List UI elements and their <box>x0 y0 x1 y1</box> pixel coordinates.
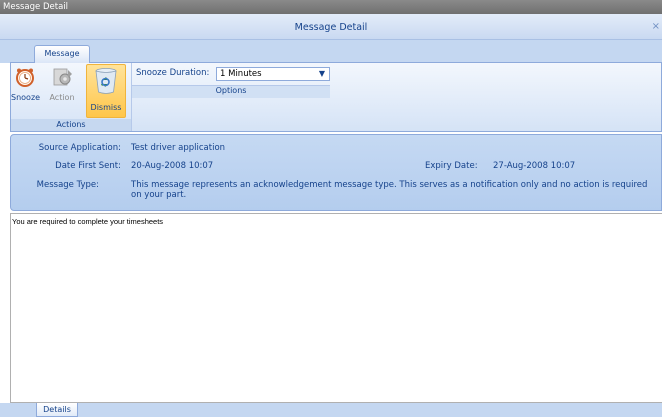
source-application-value: Test driver application <box>131 143 226 153</box>
snooze-duration-select[interactable]: 1 Minutes ▼ <box>216 67 330 81</box>
options-group: Snooze Duration: 1 Minutes ▼ Options <box>132 65 330 98</box>
ribbon-panel: Snooze Action Dismiss Actions Snooze Dur… <box>10 62 662 132</box>
tab-details[interactable]: Details <box>36 403 78 417</box>
dismiss-label: Dismiss <box>90 103 122 112</box>
ribbon-tab-strip <box>0 40 662 63</box>
tab-message[interactable]: Message <box>34 45 90 63</box>
options-group-label: Options <box>132 85 330 98</box>
dismiss-button[interactable]: Dismiss <box>86 64 126 118</box>
source-application-label: Source Application: <box>38 143 121 153</box>
message-body-text: You are required to complete your timesh… <box>12 217 164 226</box>
expiry-date-value: 27-Aug-2008 10:07 <box>493 161 576 171</box>
actions-group-label: Actions <box>11 119 131 131</box>
message-info-panel: Source Application: Test driver applicat… <box>10 134 662 211</box>
snooze-duration-label: Snooze Duration: <box>136 68 210 78</box>
message-type-value: This message represents an acknowledgeme… <box>131 180 648 200</box>
outer-window-title: Message Detail <box>0 0 662 14</box>
recycle-bin-icon <box>95 68 117 94</box>
actions-group: Snooze Action Dismiss Actions <box>11 63 132 131</box>
message-type-label: Message Type: <box>36 180 99 190</box>
snooze-duration-value: 1 Minutes <box>220 69 262 79</box>
bottom-tab-strip <box>0 403 662 417</box>
alarm-clock-icon <box>16 68 34 87</box>
close-icon[interactable]: × <box>652 21 660 32</box>
dialog-title: Message Detail <box>294 22 368 33</box>
chevron-down-icon[interactable]: ▼ <box>319 68 325 80</box>
action-label: Action <box>49 93 75 102</box>
snooze-label: Snooze <box>11 93 41 102</box>
snooze-button[interactable]: Snooze <box>11 66 41 106</box>
date-first-sent-value: 20-Aug-2008 10:07 <box>131 161 214 171</box>
dialog-title-bar: Message Detail × <box>0 14 662 40</box>
message-body[interactable]: You are required to complete your timesh… <box>10 213 662 403</box>
action-button[interactable]: Action <box>46 66 78 106</box>
expiry-date-label: Expiry Date: <box>425 161 478 171</box>
gears-icon <box>53 68 72 86</box>
date-first-sent-label: Date First Sent: <box>55 161 121 171</box>
